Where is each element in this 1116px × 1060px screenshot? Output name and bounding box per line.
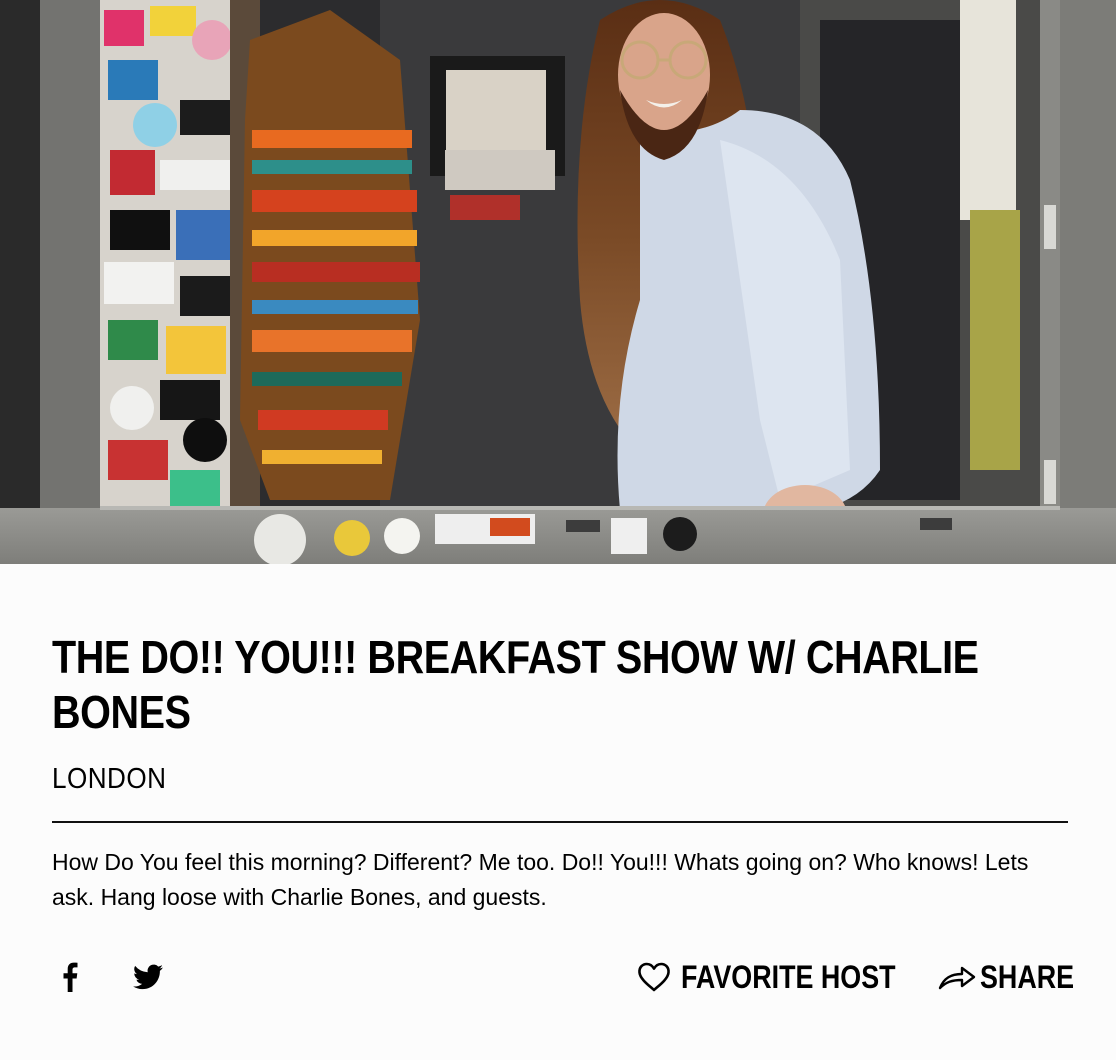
show-location: LONDON	[52, 763, 167, 795]
share-button[interactable]: SHARE	[938, 955, 1092, 999]
host-photo	[0, 0, 1116, 564]
facebook-share-button[interactable]	[52, 955, 88, 999]
facebook-icon	[63, 962, 78, 992]
share-arrow-icon	[938, 966, 976, 990]
show-info: THE DO!! YOU!!! BREAKFAST SHOW W/ CHARLI…	[52, 564, 1068, 915]
show-title: THE DO!! YOU!!! BREAKFAST SHOW W/ CHARLI…	[52, 631, 979, 738]
twitter-icon	[133, 964, 163, 990]
share-label: SHARE	[980, 958, 1075, 995]
twitter-share-button[interactable]	[130, 955, 166, 999]
favorite-host-label: FAVORITE HOST	[681, 958, 896, 995]
heart-outline-icon	[638, 962, 670, 992]
show-page: THE DO!! YOU!!! BREAKFAST SHOW W/ CHARLI…	[0, 0, 1116, 1060]
divider	[52, 821, 1068, 823]
favorite-host-button[interactable]: FAVORITE HOST	[637, 955, 936, 999]
action-bar: FAVORITE HOST SHARE	[52, 955, 1074, 999]
show-description: How Do You feel this morning? Different?…	[52, 849, 1029, 910]
